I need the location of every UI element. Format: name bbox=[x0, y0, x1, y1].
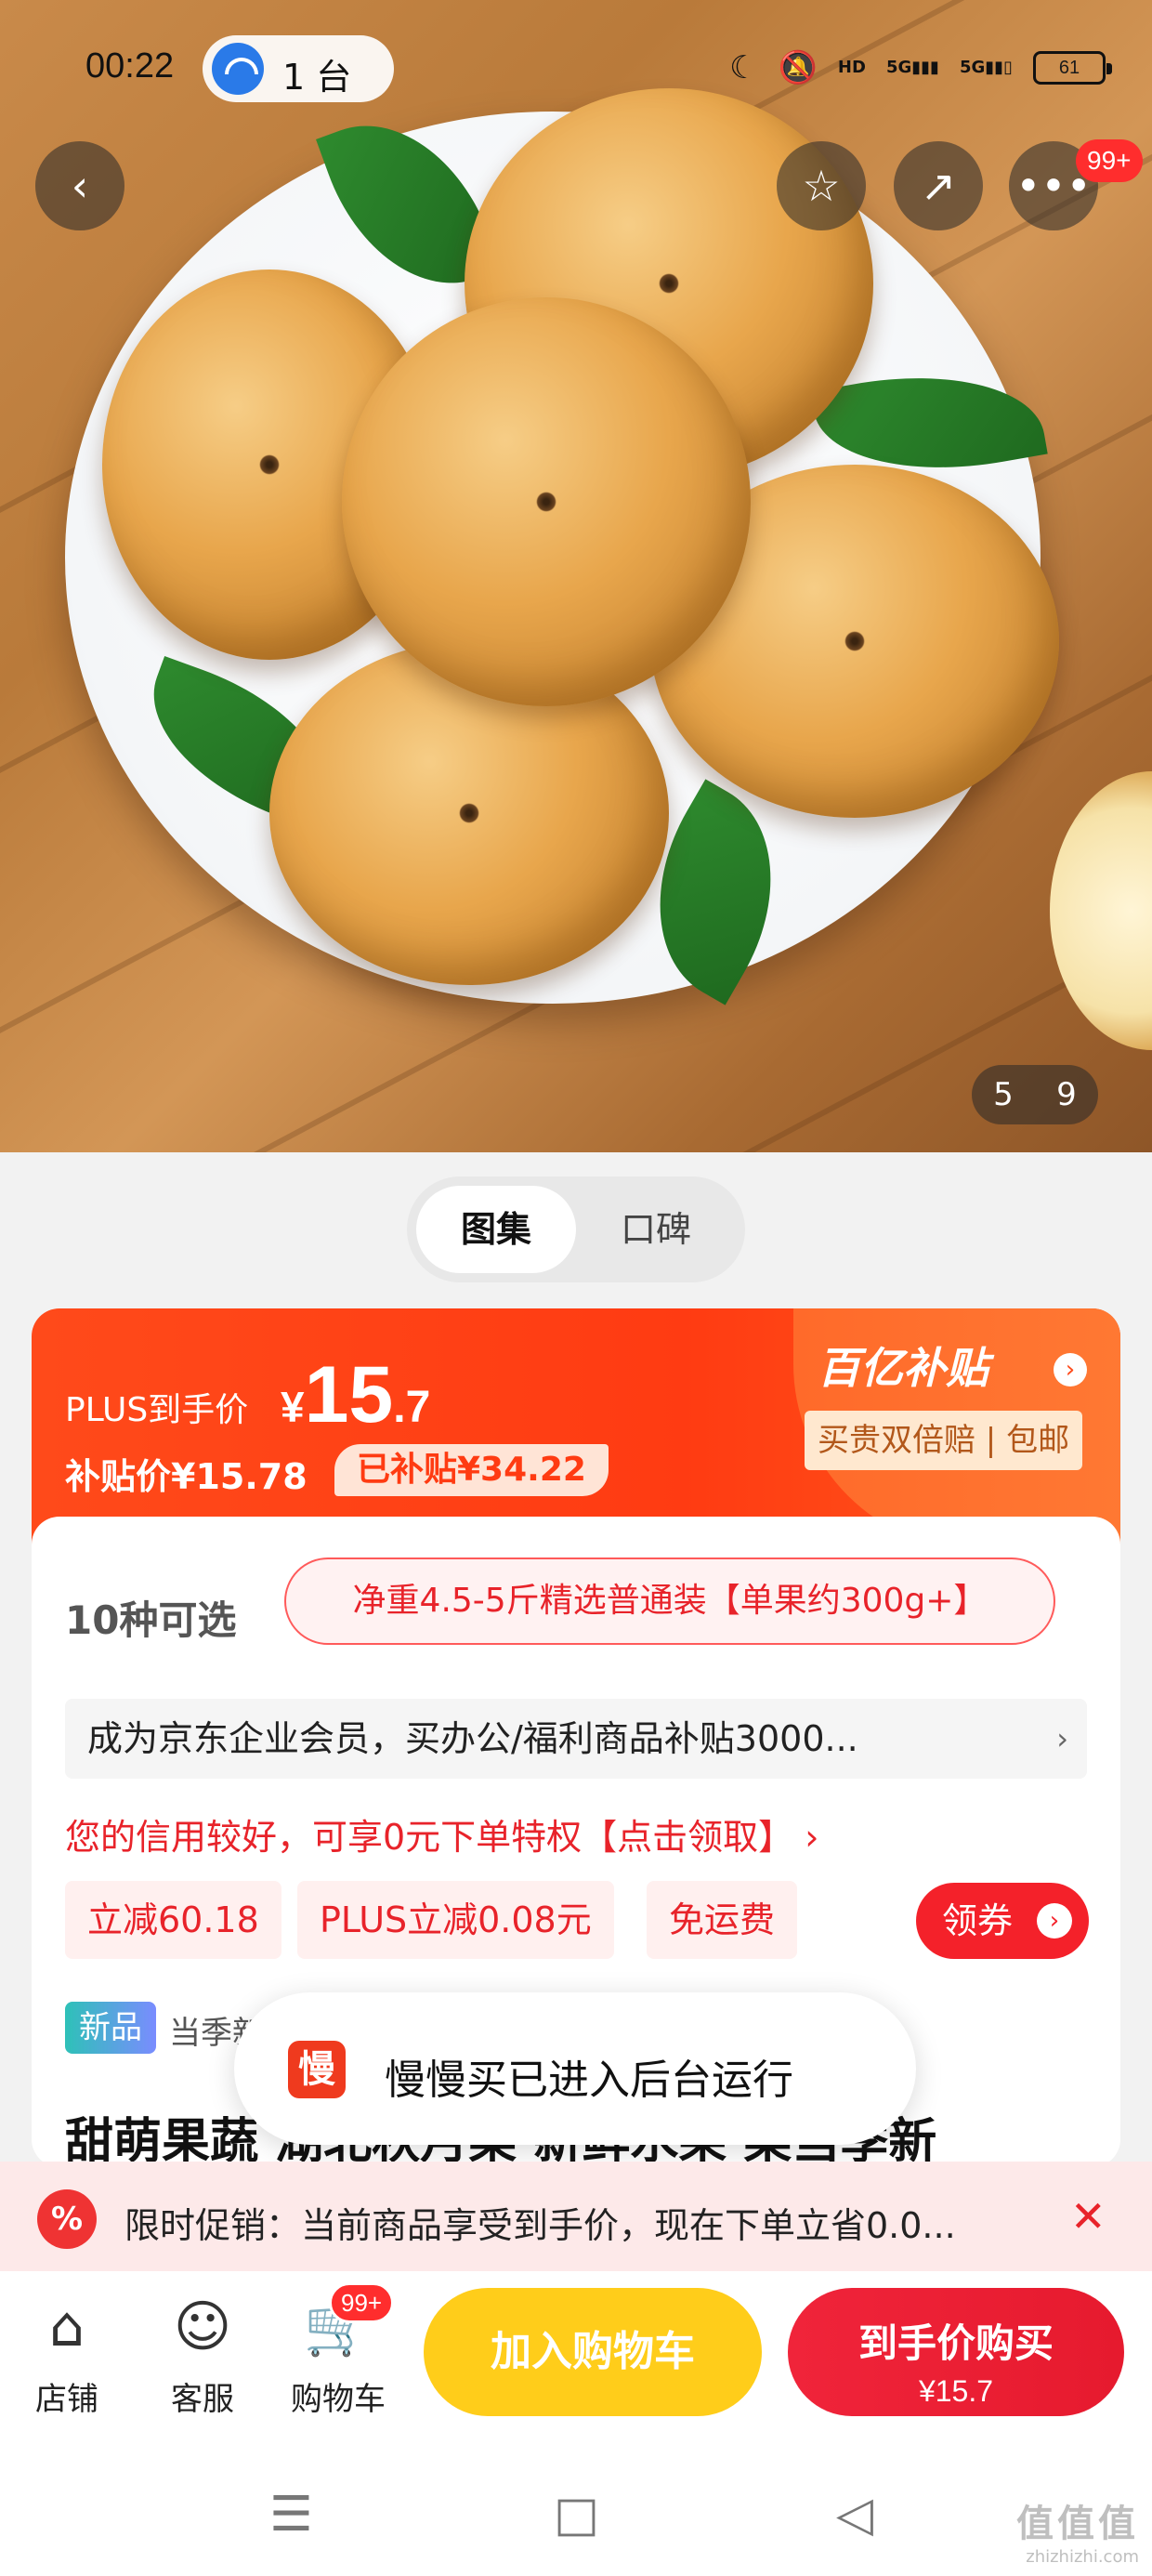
star-icon: ☆ bbox=[802, 161, 841, 211]
status-icons: ☾ 🔕 HD 5G▮▮▮ 5G▮▮▯ 61 bbox=[729, 45, 1112, 91]
service-icon: ☺ bbox=[173, 2294, 232, 2359]
guarantee-badge: 买贵双倍赔 | 包邮 bbox=[805, 1411, 1083, 1470]
enterprise-promo[interactable]: 成为京东企业会员，买办公/福利商品补贴3000... › bbox=[65, 1699, 1087, 1779]
coupon-tag: 免运费 bbox=[647, 1881, 798, 1959]
coupon-tag: PLUS立减0.08元 bbox=[297, 1881, 614, 1959]
image-index: 5 bbox=[993, 1076, 1014, 1113]
nav-service[interactable]: ☺ 客服 bbox=[147, 2271, 258, 2419]
message-badge: 99+ bbox=[1076, 139, 1143, 182]
discount-icon: % bbox=[37, 2189, 97, 2249]
tab-gallery[interactable]: 图集 bbox=[416, 1186, 576, 1273]
new-badge: 新品 bbox=[65, 2002, 156, 2054]
subsidy-tag: 已补贴¥34.22 bbox=[334, 1444, 609, 1496]
share-icon: ↗ bbox=[920, 161, 957, 211]
app-icon: 慢 bbox=[288, 2041, 346, 2098]
menu-icon[interactable]: ☰ bbox=[269, 2487, 313, 2543]
plus-price: ¥15.7 bbox=[281, 1350, 431, 1439]
hotspot-icon bbox=[212, 43, 264, 95]
hotspot-pill[interactable]: 1 台 bbox=[203, 35, 394, 102]
moon-icon: ☾ bbox=[729, 49, 758, 86]
subsidy-program-title[interactable]: 百亿补贴 bbox=[818, 1334, 988, 1396]
status-time: 00:22 bbox=[85, 46, 175, 85]
system-nav-bar: ☰ □ ◁ 值值值 zhizhizhi.com bbox=[0, 2457, 1152, 2576]
battery-icon: 61 bbox=[1033, 51, 1112, 85]
image-counter: 5 9 bbox=[972, 1065, 1098, 1124]
watermark: 值值值 zhizhizhi.com bbox=[1016, 2503, 1139, 2567]
toast-message: 慢慢买已进入后台运行 bbox=[385, 2057, 793, 2104]
hd-icon: HD bbox=[837, 58, 866, 77]
buy-now-button[interactable]: 到手价购买 ¥15.7 bbox=[788, 2288, 1124, 2416]
back-icon[interactable]: ◁ bbox=[836, 2487, 873, 2543]
tab-reviews[interactable]: 口碑 bbox=[576, 1186, 736, 1273]
back-button[interactable]: ‹ bbox=[35, 141, 124, 230]
pear bbox=[342, 297, 751, 706]
status-bar: 00:22 1 台 ☾ 🔕 HD 5G▮▮▮ 5G▮▮▯ 61 bbox=[0, 0, 1152, 139]
image-total: 9 bbox=[1056, 1076, 1077, 1113]
subsidy-price: 补贴价¥15.78 bbox=[65, 1456, 308, 1497]
favorite-button[interactable]: ☆ bbox=[777, 141, 866, 230]
coupon-tag: 立减60.18 bbox=[65, 1881, 281, 1959]
promo-bar[interactable]: % 限时促销：当前商品享受到手价，现在下单立省0.0... ✕ bbox=[0, 2162, 1152, 2271]
variant-count[interactable]: 10种可选 bbox=[65, 1589, 236, 1646]
chevron-right-icon: › bbox=[1037, 1903, 1072, 1939]
variant-selected[interactable]: 净重4.5-5斤精选普通装【单果约300g+】 bbox=[284, 1557, 1055, 1645]
cart-badge: 99+ bbox=[329, 2282, 395, 2323]
get-coupon-button[interactable]: 领券 › bbox=[916, 1883, 1089, 1959]
media-tabs: 图集 口碑 bbox=[407, 1176, 745, 1282]
share-button[interactable]: ↗ bbox=[894, 141, 983, 230]
nav-store[interactable]: ⌂ 店铺 bbox=[11, 2271, 123, 2419]
plus-price-label: PLUS到手价 bbox=[65, 1391, 249, 1429]
home-icon[interactable]: □ bbox=[554, 2487, 599, 2543]
sliced-pear bbox=[1050, 771, 1152, 1050]
chevron-right-icon[interactable]: › bbox=[1054, 1353, 1087, 1387]
credit-promo[interactable]: 您的信用较好，可享0元下单特权【点击领取】 › bbox=[65, 1808, 818, 1860]
toast: 慢 慢慢买已进入后台运行 bbox=[234, 1992, 916, 2145]
chevron-left-icon: ‹ bbox=[71, 161, 89, 211]
5g-signal-icon: 5G▮▮▯ bbox=[959, 58, 1013, 77]
mute-icon: 🔕 bbox=[778, 49, 818, 86]
add-to-cart-button[interactable]: 加入购物车 bbox=[424, 2288, 762, 2416]
chevron-right-icon: › bbox=[1056, 1721, 1068, 1756]
price-banner: PLUS到手价 ¥15.7 补贴价¥15.78 已补贴¥34.22 百亿补贴 ›… bbox=[32, 1308, 1120, 1550]
store-icon: ⌂ bbox=[48, 2294, 85, 2359]
promo-text: 限时促销：当前商品享受到手价，现在下单立省0.0... bbox=[124, 2205, 956, 2246]
close-icon[interactable]: ✕ bbox=[1070, 2191, 1106, 2241]
5g-signal-icon: 5G▮▮▮ bbox=[885, 58, 939, 77]
hotspot-count: 1 台 bbox=[282, 57, 352, 98]
